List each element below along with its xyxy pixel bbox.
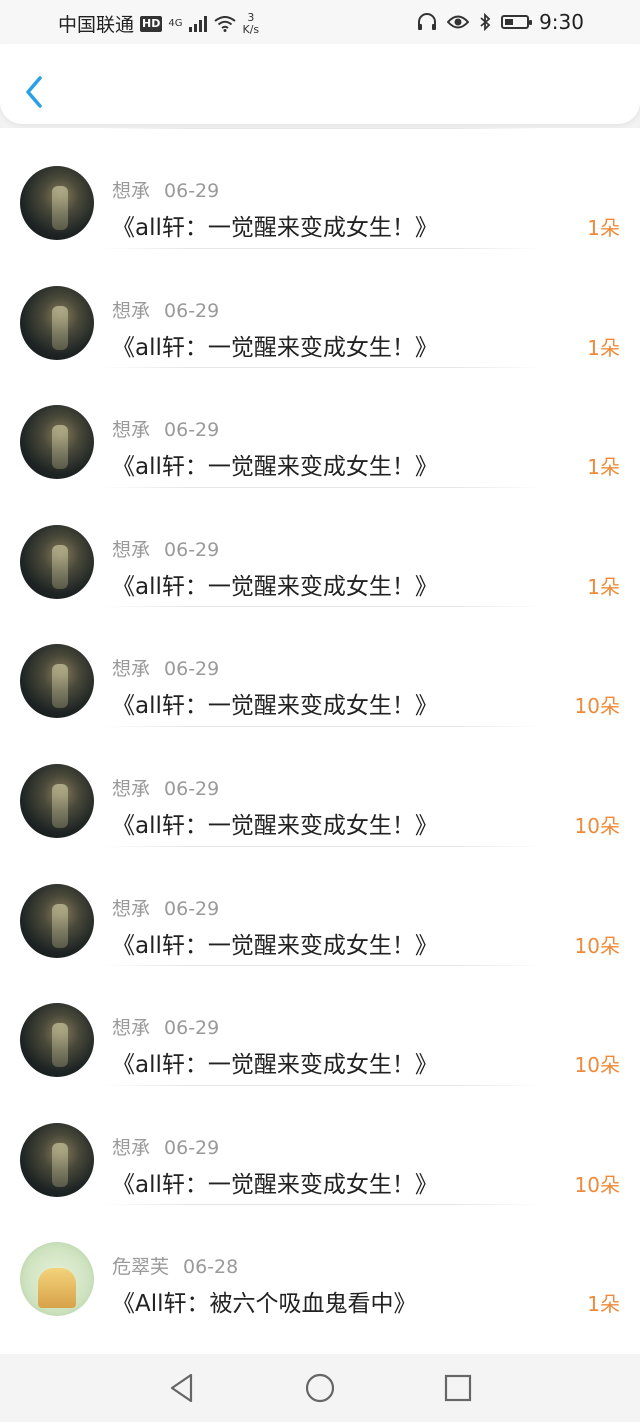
book-title: 《All轩：被六个吸血鬼看中》 bbox=[112, 1291, 417, 1318]
book-title: 《all轩：一觉醒来变成女生！》 bbox=[112, 812, 438, 839]
user-name: 想承 bbox=[112, 299, 151, 322]
triangle-back-icon bbox=[170, 1373, 193, 1403]
book-title: 《all轩：一觉醒来变成女生！》 bbox=[112, 454, 438, 481]
item-date: 06-29 bbox=[164, 777, 220, 800]
gift-amount: 1朵 bbox=[587, 574, 620, 599]
list-item[interactable]: 想承 06-29 《all轩：一觉醒来变成女生！》 10朵 bbox=[0, 965, 640, 1085]
item-date: 06-28 bbox=[183, 1256, 239, 1279]
avatar[interactable] bbox=[20, 763, 94, 838]
list-item[interactable]: 想承 06-29 《all轩：一觉醒来变成女生！》 1朵 bbox=[0, 367, 640, 487]
net-speed: 3 K/s bbox=[242, 10, 260, 36]
gift-amount: 10朵 bbox=[574, 933, 620, 958]
status-right: 9:30 bbox=[417, 10, 584, 34]
avatar[interactable] bbox=[20, 1122, 94, 1197]
bluetooth-icon bbox=[480, 13, 491, 31]
avatar[interactable] bbox=[20, 1003, 94, 1078]
user-name: 想承 bbox=[112, 897, 151, 920]
gift-amount: 1朵 bbox=[587, 455, 620, 480]
user-name: 想承 bbox=[112, 777, 151, 800]
list-item[interactable]: 想承 06-29 《all轩：一觉醒来变成女生！》 10朵 bbox=[0, 606, 640, 726]
avatar[interactable] bbox=[20, 285, 94, 360]
nav-recent-button[interactable] bbox=[438, 1368, 478, 1408]
status-bar: 中国联通 HD 4G 3 K/s 9:30 bbox=[0, 0, 640, 44]
user-name: 想承 bbox=[112, 419, 151, 442]
net-speed-unit: K/s bbox=[242, 22, 260, 36]
avatar[interactable] bbox=[20, 166, 94, 240]
gift-amount: 1朵 bbox=[587, 1292, 620, 1317]
gift-amount: 10朵 bbox=[574, 813, 620, 838]
book-title: 《all轩：一觉醒来变成女生！》 bbox=[112, 334, 438, 361]
user-name: 想承 bbox=[112, 1017, 151, 1040]
signal-icon bbox=[189, 15, 208, 32]
item-date: 06-29 bbox=[164, 658, 220, 681]
eye-icon bbox=[447, 15, 470, 29]
nav-back-button[interactable] bbox=[162, 1368, 202, 1408]
gift-record-list: 想承 06-29 《all轩：一觉醒来变成女生！》 1朵 想承 06-29 《all… bbox=[0, 128, 640, 1354]
carrier-name: 中国联通 bbox=[58, 14, 135, 36]
gift-amount: 10朵 bbox=[574, 1053, 620, 1078]
list-item[interactable]: 想承 06-29 《all轩：一觉醒来变成女生！》 1朵 bbox=[0, 247, 640, 368]
item-date: 06-29 bbox=[164, 1136, 220, 1159]
user-name: 想承 bbox=[112, 180, 151, 202]
circle-home-icon bbox=[305, 1373, 335, 1403]
item-date: 06-29 bbox=[164, 538, 220, 561]
gift-amount: 10朵 bbox=[574, 694, 620, 719]
headphones-icon bbox=[418, 13, 437, 30]
clock: 9:30 bbox=[539, 10, 584, 34]
list-item[interactable]: 想承 06-29 《all轩：一觉醒来变成女生！》 10朵 bbox=[0, 725, 640, 846]
user-name: 危翠芙 bbox=[112, 1256, 170, 1279]
wifi-icon bbox=[214, 15, 237, 32]
user-name: 想承 bbox=[112, 538, 151, 561]
list-item[interactable]: 想承 06-29 《all轩：一觉醒来变成女生！》 1朵 bbox=[0, 486, 640, 607]
book-title: 《all轩：一觉醒来变成女生！》 bbox=[112, 573, 438, 600]
gift-amount: 10朵 bbox=[574, 1172, 620, 1197]
avatar[interactable] bbox=[20, 524, 94, 599]
back-button[interactable] bbox=[20, 72, 50, 112]
item-date: 06-29 bbox=[164, 180, 220, 202]
list-item[interactable]: 想承 06-29 《all轩：一觉醒来变成女生！》 1朵 bbox=[0, 128, 640, 248]
book-title: 《all轩：一觉醒来变成女生！》 bbox=[112, 1052, 438, 1079]
chevron-left-icon bbox=[26, 76, 42, 108]
avatar[interactable] bbox=[20, 405, 94, 480]
list-item[interactable]: 想承 06-29 《all轩：一觉醒来变成女生！》 10朵 bbox=[0, 1084, 640, 1205]
list-item[interactable]: 危翠芙 06-28 《All轩：被六个吸血鬼看中》 1朵 bbox=[0, 1204, 640, 1324]
avatar[interactable] bbox=[20, 1242, 94, 1317]
network-type: 4G bbox=[168, 18, 183, 29]
net-speed-value: 3 bbox=[247, 10, 255, 24]
nav-home-button[interactable] bbox=[300, 1368, 340, 1408]
avatar[interactable] bbox=[20, 883, 94, 958]
gift-amount: 1朵 bbox=[587, 216, 620, 240]
top-header bbox=[0, 44, 640, 124]
item-date: 06-29 bbox=[164, 897, 220, 920]
system-nav-bar bbox=[0, 1354, 640, 1422]
user-name: 想承 bbox=[112, 1136, 151, 1159]
battery-icon bbox=[501, 15, 533, 29]
square-recent-icon bbox=[444, 1374, 472, 1402]
book-title: 《all轩：一觉醒来变成女生！》 bbox=[112, 932, 438, 959]
hd-badge: HD bbox=[140, 15, 163, 32]
item-date: 06-29 bbox=[164, 299, 220, 322]
user-name: 想承 bbox=[112, 658, 151, 681]
gift-amount: 1朵 bbox=[587, 335, 620, 360]
status-left: 中国联通 HD 4G 3 K/s bbox=[58, 10, 259, 37]
avatar[interactable] bbox=[20, 644, 94, 719]
item-date: 06-29 bbox=[164, 419, 220, 442]
item-date: 06-29 bbox=[164, 1017, 220, 1040]
book-title: 《all轩：一觉醒来变成女生！》 bbox=[112, 215, 438, 241]
book-title: 《all轩：一觉醒来变成女生！》 bbox=[112, 1171, 438, 1198]
list-item[interactable]: 想承 06-29 《all轩：一觉醒来变成女生！》 10朵 bbox=[0, 845, 640, 966]
book-title: 《all轩：一觉醒来变成女生！》 bbox=[112, 693, 438, 720]
